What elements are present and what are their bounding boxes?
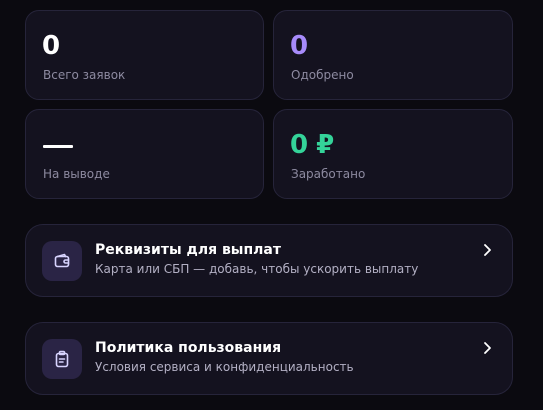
stat-label-total-applications: Всего заявок <box>43 68 126 82</box>
stat-label-approved: Одобрено <box>291 68 354 82</box>
stat-value-withdrawal: — <box>26 110 27 111</box>
stat-card-earned: 0 ₽ Заработано <box>273 109 513 199</box>
stat-card-total-applications: 0 Всего заявок <box>25 10 264 100</box>
wallet-icon <box>42 241 82 281</box>
stat-value-withdrawal-dash <box>43 145 73 148</box>
stat-label-withdrawal: На выводе <box>43 167 110 181</box>
stat-card-approved: 0 Одобрено <box>273 10 513 100</box>
stat-label-earned: Заработано <box>291 167 366 181</box>
chevron-right-icon <box>484 342 491 354</box>
payout-details-subtitle: Карта или СБП — добавь, чтобы ускорить в… <box>95 262 419 276</box>
clipboard-icon <box>42 339 82 379</box>
stat-card-withdrawal: — На выводе <box>25 109 264 199</box>
usage-policy-subtitle: Условия сервиса и конфиденциальность <box>95 360 354 374</box>
chevron-right-icon <box>484 244 491 256</box>
stat-value-earned: 0 ₽ <box>290 130 334 160</box>
payout-details-button[interactable]: Реквизиты для выплат Карта или СБП — доб… <box>25 224 513 297</box>
stat-value-approved: 0 <box>290 31 308 61</box>
stat-value-total-applications: 0 <box>42 31 60 61</box>
payout-details-title: Реквизиты для выплат <box>95 242 281 258</box>
usage-policy-title: Политика пользования <box>95 340 282 356</box>
usage-policy-button[interactable]: Политика пользования Условия сервиса и к… <box>25 322 513 395</box>
